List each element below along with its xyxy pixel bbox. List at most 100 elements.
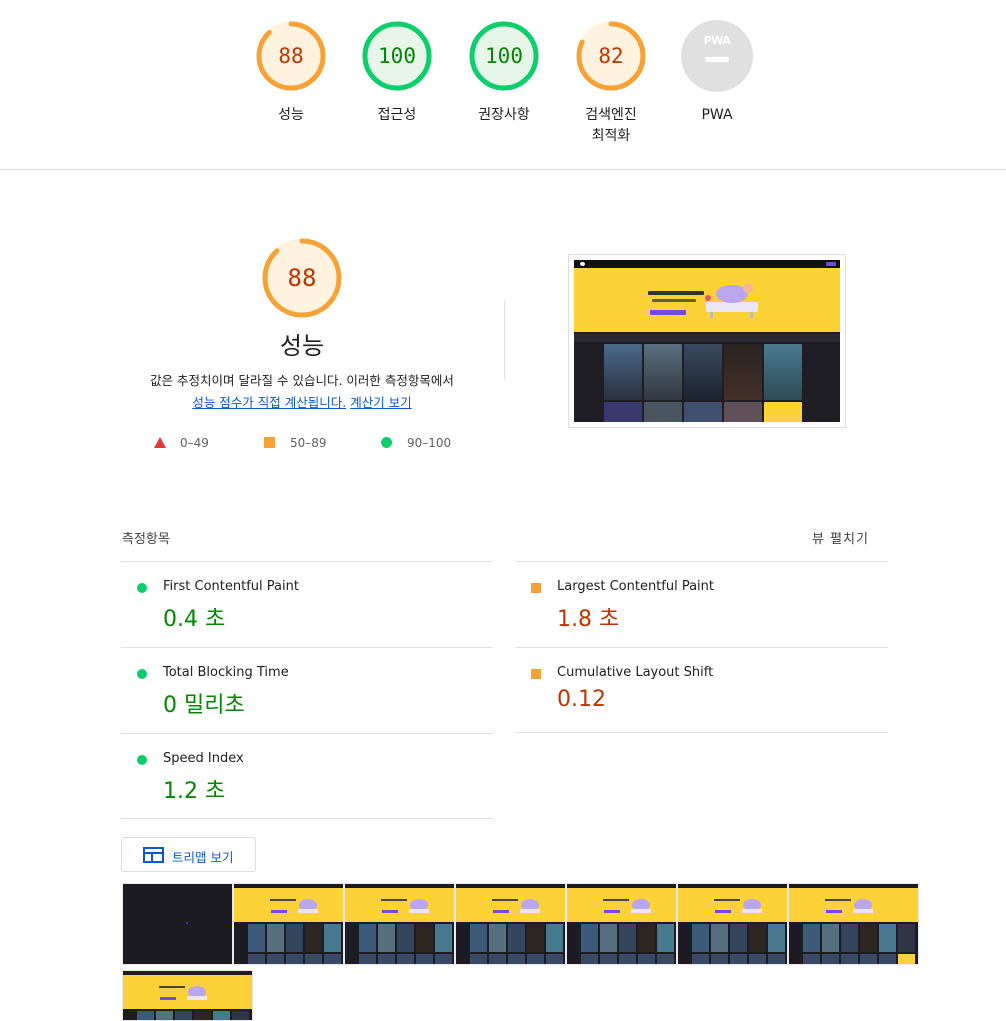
seo-label-line2: 최적화 xyxy=(591,128,631,144)
frame-poster xyxy=(416,954,433,964)
score-calculation-link[interactable]: 성능 점수가 직접 계산됩니다. xyxy=(192,395,346,410)
performance-gauge: 88 xyxy=(255,20,327,92)
frame-banner-text xyxy=(825,899,851,901)
pwa-badge-text: PWA xyxy=(703,34,731,47)
legend-pass-range: 90–100 xyxy=(407,436,452,450)
frame-poster xyxy=(416,924,433,952)
frame-banner xyxy=(234,888,343,922)
metric-value: 0.12 xyxy=(557,687,606,712)
performance-label: 성능 xyxy=(278,107,304,123)
metric-speed-index: Speed Index 1.2 초 xyxy=(121,733,493,819)
frame-poster xyxy=(359,924,376,952)
metrics-heading: 측정항목 xyxy=(122,532,170,547)
frame-illustration xyxy=(853,899,873,913)
ss-poster xyxy=(724,402,762,422)
frame-illustration xyxy=(742,899,762,913)
frame-banner xyxy=(123,975,252,1009)
ss-poster xyxy=(644,402,682,422)
metric-fcp: First Contentful Paint 0.4 초 xyxy=(121,561,493,647)
final-screenshot-image xyxy=(574,260,840,422)
frame-poster xyxy=(898,954,915,964)
ss-poster xyxy=(764,402,802,422)
filmstrip-frame xyxy=(122,970,253,1021)
frame-poster xyxy=(879,924,896,952)
filmstrip-frame xyxy=(344,883,455,965)
frame-poster xyxy=(749,924,766,952)
frame-poster xyxy=(638,954,655,964)
frame-banner xyxy=(456,888,565,922)
summary-seo[interactable]: 82 검색엔진 최적화 xyxy=(556,20,666,147)
filmstrip-frame xyxy=(122,883,233,965)
summary-accessibility[interactable]: 100 접근성 xyxy=(342,20,452,126)
frame-banner-text xyxy=(714,899,740,901)
metric-name: Largest Contentful Paint xyxy=(557,579,715,594)
frame-poster xyxy=(581,954,598,964)
ss-banner-button xyxy=(650,310,686,315)
frame-banner-button xyxy=(382,910,398,913)
frame-poster xyxy=(692,954,709,964)
frame-banner xyxy=(345,888,454,922)
frame-illustration xyxy=(631,899,651,913)
frame-illustration xyxy=(187,986,207,1000)
frame-banner xyxy=(567,888,676,922)
metric-name: Speed Index xyxy=(163,751,244,766)
frame-poster xyxy=(768,924,785,952)
frame-poster xyxy=(489,954,506,964)
frame-poster xyxy=(730,954,747,964)
summary-pwa[interactable]: PWA PWA xyxy=(662,20,772,126)
accessibility-gauge: 100 xyxy=(361,20,433,92)
ss-poster xyxy=(644,344,682,400)
metric-value: 1.2 초 xyxy=(163,779,226,804)
expand-view-toggle[interactable]: 뷰 펼치기 xyxy=(812,528,869,547)
metric-value: 1.8 초 xyxy=(557,607,620,632)
frame-poster xyxy=(286,954,303,964)
filmstrip-frame xyxy=(677,883,788,965)
best-practices-gauge: 100 xyxy=(468,20,540,92)
metric-cls: Cumulative Layout Shift 0.12 xyxy=(515,647,888,733)
square-icon xyxy=(264,437,275,448)
performance-description: 값은 추정치이며 달라질 수 있습니다. 이러한 측정항목에서 성능 점수가 직… xyxy=(100,370,504,414)
calculator-link[interactable]: 계산기 보기 xyxy=(350,395,411,410)
seo-gauge: 82 xyxy=(575,20,647,92)
filmstrip-frame xyxy=(566,883,677,965)
frame-poster xyxy=(508,924,525,952)
frame-poster xyxy=(470,954,487,964)
final-screenshot[interactable] xyxy=(568,254,846,428)
filmstrip-frame xyxy=(455,883,566,965)
frame-banner xyxy=(789,888,918,922)
seo-score: 82 xyxy=(598,44,624,68)
filmstrip-frame xyxy=(233,883,344,965)
frame-poster xyxy=(546,954,563,964)
pass-icon xyxy=(137,669,147,679)
ss-poster xyxy=(604,402,642,422)
average-icon xyxy=(531,669,541,679)
view-treemap-button[interactable]: 트리맵 보기 xyxy=(121,837,256,872)
summary-performance[interactable]: 88 성능 xyxy=(236,20,346,126)
frame-poster xyxy=(692,924,709,952)
ss-banner-subtitle xyxy=(652,299,696,302)
performance-score: 88 xyxy=(278,44,304,68)
frame-poster xyxy=(768,954,785,964)
frame-poster xyxy=(397,954,414,964)
ss-login-chip xyxy=(826,262,836,266)
ss-poster xyxy=(724,344,762,400)
pass-icon xyxy=(137,583,147,593)
frame-poster xyxy=(822,954,839,964)
frame-banner-text xyxy=(492,899,518,901)
frame-poster xyxy=(749,954,766,964)
summary-best-practices[interactable]: 100 권장사항 xyxy=(449,20,559,126)
frame-poster xyxy=(508,954,525,964)
frame-poster xyxy=(600,954,617,964)
best-practices-score: 100 xyxy=(485,44,523,68)
frame-poster xyxy=(137,1011,154,1020)
frame-blank-dot xyxy=(186,922,188,924)
ss-banner-illustration xyxy=(705,283,758,318)
frame-poster xyxy=(879,954,896,964)
frame-poster xyxy=(657,924,674,952)
frame-poster xyxy=(581,924,598,952)
pwa-label: PWA xyxy=(701,107,733,123)
frame-poster xyxy=(619,954,636,964)
frame-poster xyxy=(600,924,617,952)
frame-poster xyxy=(232,1011,249,1020)
frame-banner-button xyxy=(715,910,731,913)
